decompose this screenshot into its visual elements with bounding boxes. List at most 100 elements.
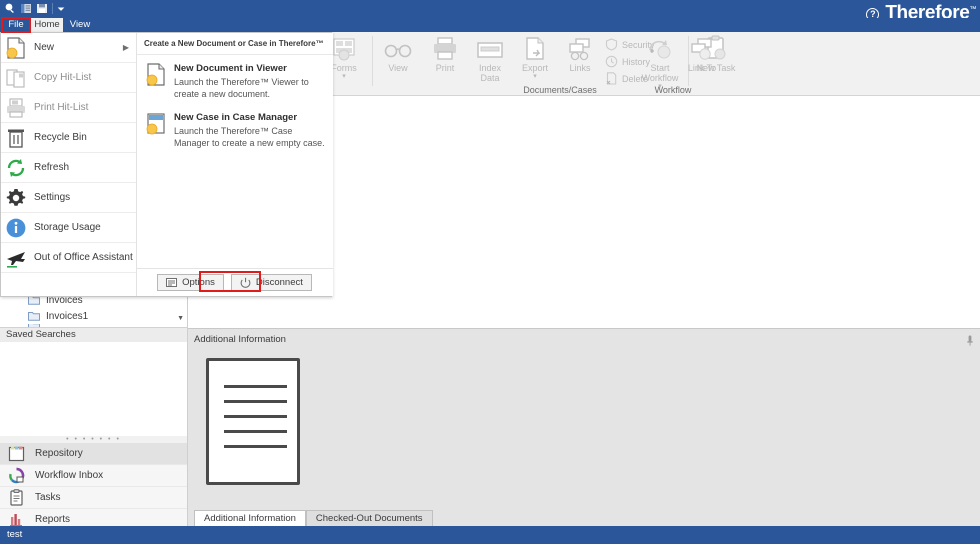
backstage-item-label: Storage Usage [34,222,101,233]
tree-item-label: Invoices1 [46,311,88,322]
ribbon-button-export[interactable]: Export ▾ [513,35,557,80]
printer-icon [432,35,458,61]
ribbon-separator [372,36,373,86]
export-icon [523,35,547,61]
refresh-icon [5,157,27,179]
backstage-item-label: Print Hit-List [34,102,88,113]
sidebar-item-label: Repository [35,448,83,459]
backstage-footer: Options Disconnect [136,268,333,296]
backstage-card-new-document-in-viewer[interactable]: New Document in Viewer Launch the Theref… [137,55,333,104]
backstage-item-print-hit-list[interactable]: Print Hit-List [1,93,136,123]
application-window: ? Therefore™ PEOPLE PROCESS INFORMATION … [0,0,980,544]
tree-item-invoices1[interactable]: Invoices1 [0,308,187,324]
backstage-menu-list: New ▶ Copy Hit-List Print Hit-Lis [1,33,136,296]
backstage-item-out-of-office[interactable]: Out of Office Assistant [1,243,136,273]
sidebar-item-label: Tasks [35,492,61,503]
saved-searches-header[interactable]: Saved Searches [0,328,187,342]
ribbon-button-label: Print [436,63,455,73]
chevron-down-icon[interactable]: ▾ [658,84,662,90]
history-icon [605,55,618,68]
brand-tm: ™ [969,6,976,13]
recycle-bin-icon [5,127,27,149]
backstage-item-settings[interactable]: Settings [1,183,136,213]
backstage-item-label: Copy Hit-List [34,72,91,83]
backstage-item-refresh[interactable]: Refresh [1,153,136,183]
tab-file[interactable]: File [2,18,30,32]
tasks-icon [8,489,25,506]
saved-searches-body[interactable] [0,342,187,436]
ribbon-button-label: Forms [331,63,357,73]
backstage-card-title: New Case in Case Manager [174,112,325,124]
backstage-item-recycle-bin[interactable]: Recycle Bin [1,123,136,153]
backstage-item-copy-hit-list[interactable]: Copy Hit-List [1,63,136,93]
link-to-icon [688,35,716,61]
chevron-down-icon[interactable]: ▾ [342,74,346,80]
ribbon-button-label: View [388,63,407,73]
sidebar-item-repository[interactable]: Repository [0,443,187,465]
links-icon [566,35,594,61]
backstage-card-description: Launch the Therefore™ Viewer to create a… [174,76,325,100]
ribbon-button-start-workflow[interactable]: Start Workflow ▾ [638,35,682,90]
qat-separator [52,3,53,14]
split-view-icon[interactable] [20,2,32,15]
nav-list: Repository Workflow Inbox Tasks [0,443,187,531]
customize-qat-icon[interactable] [57,2,65,15]
disconnect-button[interactable]: Disconnect [231,274,312,291]
ribbon-button-links[interactable]: Links [558,35,602,73]
sidebar-item-workflow-inbox[interactable]: Workflow Inbox [0,465,187,487]
ribbon-button-label-line1: Start [650,63,669,73]
save-icon[interactable] [36,2,48,15]
workflow-inbox-icon [8,467,25,484]
chevron-down-icon[interactable]: ▾ [533,74,537,80]
folder-tree[interactable]: Invoices Invoices1 [0,292,187,327]
chevron-right-icon: ▶ [123,43,129,52]
new-document-viewer-icon [145,63,167,87]
title-bar: ? Therefore™ PEOPLE PROCESS INFORMATION [0,0,980,18]
new-case-manager-icon [145,112,167,136]
ribbon-button-index-data[interactable]: Index Data [468,35,512,83]
ribbon-button-label: Export [522,63,548,73]
ribbon-group-documents-cases: Documents/Cases Forms ▾ [320,32,800,96]
document-preview-thumbnail[interactable] [206,358,300,485]
ribbon-button-label-line1: Index [479,63,501,73]
tab-view[interactable]: View [64,18,96,32]
ribbon-button-view[interactable]: View [376,35,420,73]
additional-information-title: Additional Information [194,334,286,345]
file-backstage-menu: New ▶ Copy Hit-List Print Hit-Lis [0,32,332,297]
backstage-detail-panel: Create a New Document or Case in Therefo… [136,33,333,296]
sidebar-item-tasks[interactable]: Tasks [0,487,187,509]
repository-icon [8,445,25,462]
tab-home[interactable]: Home [31,18,63,32]
backstage-item-new[interactable]: New ▶ [1,33,136,63]
sidebar-item-label: Reports [35,514,70,525]
tree-scroll-down-icon[interactable]: ▼ [177,315,184,322]
backstage-card-new-case-in-case-manager[interactable]: New Case in Case Manager Launch the Ther… [137,104,333,153]
tab-checked-out-documents[interactable]: Checked-Out Documents [306,510,433,526]
status-bar: test [0,526,980,544]
glasses-icon [383,35,413,61]
search-icon[interactable] [4,2,16,15]
pin-icon[interactable] [966,335,974,346]
options-button-label: Options [182,277,215,288]
additional-information-panel: Additional Information [188,328,980,526]
ribbon-button-label: Link To [688,63,716,73]
tab-additional-information[interactable]: Additional Information [194,510,306,526]
backstage-item-storage-usage[interactable]: Storage Usage [1,213,136,243]
ribbon-button-label-line2: Data [480,73,499,83]
copy-hitlist-icon [5,67,27,89]
power-icon [240,277,251,288]
ribbon-button-print[interactable]: Print [423,35,467,73]
airplane-icon [5,247,27,269]
panel-resize-grip[interactable]: • • • • • • • [0,436,187,443]
ribbon-group-label: Documents/Cases [320,85,800,95]
options-button[interactable]: Options [157,274,224,291]
backstage-item-label: Refresh [34,162,69,173]
ribbon-button-label: Links [569,63,590,73]
forms-icon [331,35,357,61]
folder-icon [28,311,40,321]
backstage-panel-title: Create a New Document or Case in Therefo… [137,33,333,55]
ribbon-button-link-to[interactable]: Link To [680,35,724,73]
backstage-item-label: New [34,42,54,53]
backstage-item-label: Out of Office Assistant [34,252,133,263]
print-hitlist-icon [5,97,27,119]
